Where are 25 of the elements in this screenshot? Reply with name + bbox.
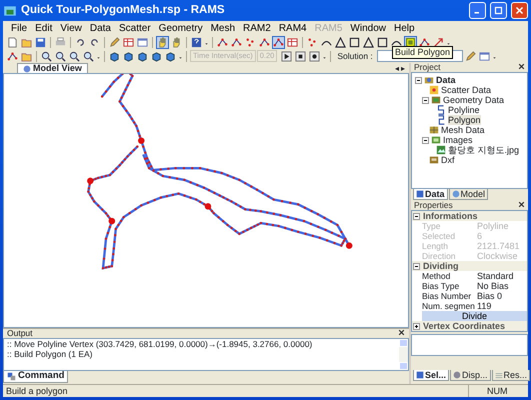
- output-line: :: Move Polyline Vertex (303.7429, 681.0199, 0.0000)→(-1.8945, 3.2766, 0.0000): [7, 339, 314, 349]
- panel-title: Properties: [414, 201, 453, 210]
- property-group-title: Dividing: [423, 261, 458, 271]
- property-name: Length: [422, 241, 449, 251]
- tooltip: Build Polygon: [392, 46, 454, 59]
- property-name: Num. segmen: [422, 301, 476, 311]
- property-name: Selected: [422, 231, 456, 241]
- property-group-title: Informations: [423, 211, 478, 221]
- property-name: Direction: [422, 251, 457, 261]
- property-value: Polyline: [477, 221, 509, 231]
- property-name: Method: [422, 271, 452, 281]
- property-name: Bias Type: [422, 281, 460, 291]
- property-group-title: Vertex Coordinates: [423, 321, 506, 331]
- property-value: Clockwise: [477, 251, 518, 261]
- status-indicator: NUM: [468, 385, 528, 397]
- status-message: Build a polygon: [5, 385, 69, 397]
- property-name: Type: [422, 221, 442, 231]
- window-title: Quick Tour-PolygonMesh.rsp - RAMS: [21, 2, 226, 18]
- property-name: Bias Number: [422, 291, 472, 301]
- panel-title: Output: [7, 329, 33, 338]
- property-value: 2121.7481: [477, 241, 520, 251]
- property-value: 6: [477, 231, 482, 241]
- output-line: :: Build Polygon (1 EA): [7, 349, 94, 359]
- solution-label: Solution :: [336, 50, 374, 62]
- panel-title: Project: [414, 63, 440, 72]
